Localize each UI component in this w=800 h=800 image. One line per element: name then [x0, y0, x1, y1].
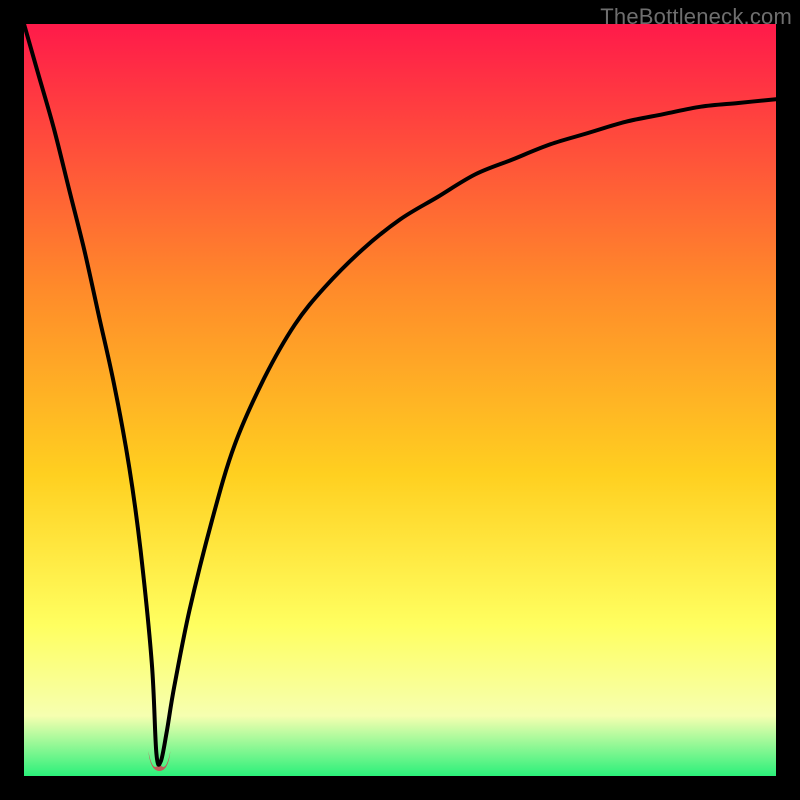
chart-frame: TheBottleneck.com	[0, 0, 800, 800]
chart-svg	[24, 24, 776, 776]
plot-area	[24, 24, 776, 776]
gradient-background	[24, 24, 776, 776]
watermark-text: TheBottleneck.com	[600, 4, 792, 30]
